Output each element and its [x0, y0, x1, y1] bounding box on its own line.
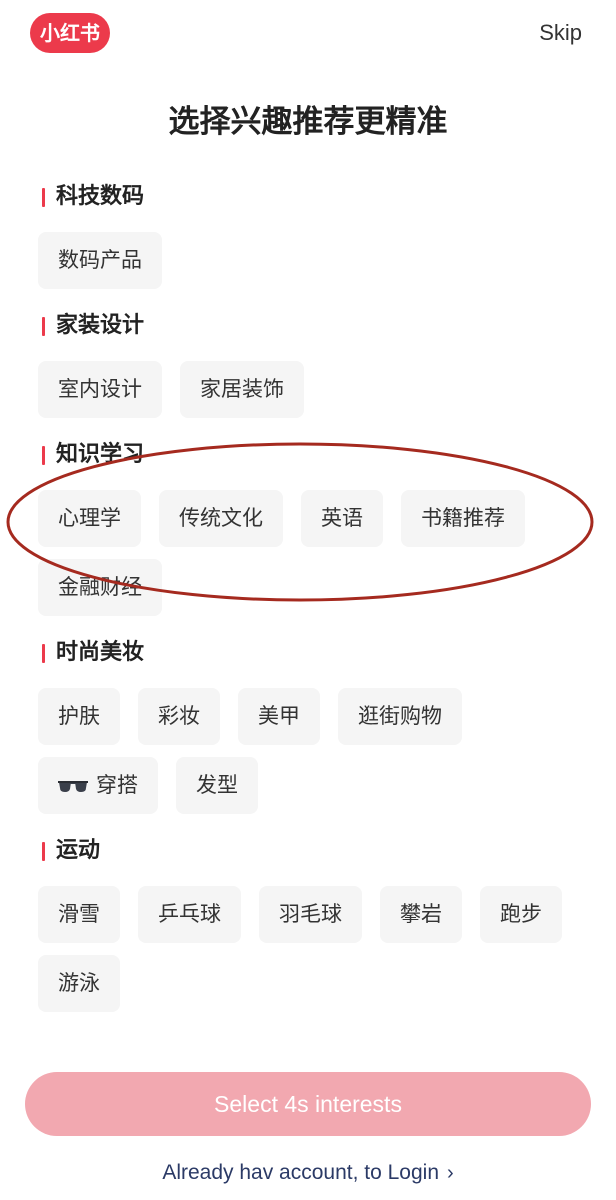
section-title: 家装设计	[38, 309, 598, 343]
interest-tag[interactable]: 乒乓球	[138, 886, 241, 943]
section-title-label: 时尚美妆	[56, 640, 145, 665]
section-title: 科技数码	[38, 180, 598, 214]
select-interests-button[interactable]: Select 4s interests	[25, 1072, 591, 1136]
chevron-right-icon: ›	[447, 1162, 454, 1184]
interest-tag[interactable]: 发型	[176, 757, 258, 814]
interest-tag[interactable]: 护肤	[38, 688, 120, 745]
section-home-design: 家装设计 室内设计 家居装饰	[38, 309, 598, 418]
interest-tag[interactable]: 书籍推荐	[401, 490, 525, 547]
interest-tag-label: 穿搭	[96, 773, 138, 797]
interest-sections: 科技数码 数码产品 家装设计 室内设计 家居装饰 知识学习 心理学 传统文化 英…	[38, 180, 598, 1032]
tag-list: 滑雪 乒乓球 羽毛球 攀岩 跑步 游泳	[38, 886, 598, 1012]
section-marker	[42, 188, 45, 207]
section-title-label: 知识学习	[56, 442, 145, 467]
interest-tag[interactable]: 传统文化	[159, 490, 283, 547]
interest-tag[interactable]: 英语	[301, 490, 383, 547]
interest-tag[interactable]: 滑雪	[38, 886, 120, 943]
section-marker	[42, 446, 45, 465]
interest-tag[interactable]: 数码产品	[38, 232, 162, 289]
login-link[interactable]: Already hav account, to Login ›	[0, 1158, 616, 1188]
interest-tag[interactable]: 美甲	[238, 688, 320, 745]
interest-tag[interactable]: 羽毛球	[259, 886, 362, 943]
section-fashion-beauty: 时尚美妆 护肤 彩妆 美甲 逛街购物 穿搭 发型	[38, 636, 598, 814]
tag-list: 室内设计 家居装饰	[38, 361, 598, 418]
skip-button[interactable]: Skip	[539, 18, 582, 48]
app-logo: 小红书	[30, 13, 110, 53]
section-marker	[42, 842, 45, 861]
section-tech: 科技数码 数码产品	[38, 180, 598, 289]
tag-list: 数码产品	[38, 232, 598, 289]
section-marker	[42, 317, 45, 336]
section-title: 运动	[38, 834, 598, 868]
tag-list: 护肤 彩妆 美甲 逛街购物 穿搭 发型	[38, 688, 598, 814]
section-title-label: 科技数码	[56, 184, 145, 209]
interest-tag[interactable]: 游泳	[38, 955, 120, 1012]
section-knowledge: 知识学习 心理学 传统文化 英语 书籍推荐 金融财经	[38, 438, 598, 616]
interest-tag[interactable]: 彩妆	[138, 688, 220, 745]
page: 小红书 Skip 选择兴趣推荐更精准 科技数码 数码产品 家装设计 室内设计 家…	[0, 0, 616, 1200]
interest-tag[interactable]: 心理学	[38, 490, 141, 547]
section-title-label: 运动	[56, 838, 101, 863]
page-title: 选择兴趣推荐更精准	[168, 104, 448, 140]
interest-tag[interactable]: 家居装饰	[180, 361, 304, 418]
interest-tag[interactable]: 金融财经	[38, 559, 162, 616]
interest-tag[interactable]: 跑步	[480, 886, 562, 943]
tag-list: 心理学 传统文化 英语 书籍推荐 金融财经	[38, 490, 598, 616]
section-title-label: 家装设计	[56, 313, 145, 338]
sunglasses-icon	[58, 779, 88, 793]
section-title: 时尚美妆	[38, 636, 598, 670]
interest-tag[interactable]: 攀岩	[380, 886, 462, 943]
section-marker	[42, 644, 45, 663]
section-sports: 运动 滑雪 乒乓球 羽毛球 攀岩 跑步 游泳	[38, 834, 598, 1012]
section-title: 知识学习	[38, 438, 598, 472]
interest-tag[interactable]: 室内设计	[38, 361, 162, 418]
login-link-label: Already hav account, to Login	[162, 1161, 439, 1184]
interest-tag[interactable]: 逛街购物	[338, 688, 462, 745]
interest-tag-outfit[interactable]: 穿搭	[38, 757, 158, 814]
